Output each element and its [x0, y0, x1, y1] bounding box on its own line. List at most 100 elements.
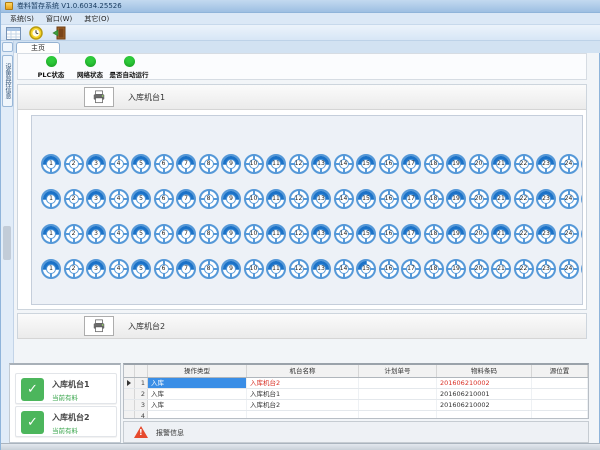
- table-cell[interactable]: 入库机台2: [247, 400, 359, 410]
- reel-slot[interactable]: 1: [41, 154, 61, 174]
- reel-slot[interactable]: 2: [64, 259, 84, 279]
- reel-slot[interactable]: 15: [356, 224, 376, 244]
- table-cell[interactable]: [532, 411, 588, 419]
- table-cell[interactable]: 入库机台1: [247, 389, 359, 399]
- reel-slot[interactable]: 15: [356, 189, 376, 209]
- machine2-status-card[interactable]: ✓ 入库机台2 当前有料: [15, 406, 117, 437]
- reel-slot[interactable]: 17: [401, 259, 421, 279]
- reel-slot[interactable]: 19: [446, 189, 466, 209]
- reel-slot[interactable]: 3: [86, 154, 106, 174]
- reel-slot[interactable]: 25: [581, 259, 583, 279]
- reel-slot[interactable]: 21: [491, 224, 511, 244]
- reel-slot[interactable]: 19: [446, 154, 466, 174]
- print-button[interactable]: [84, 87, 114, 107]
- reel-slot[interactable]: 16: [379, 189, 399, 209]
- table-cell[interactable]: 201606210001: [437, 389, 532, 399]
- table-cell[interactable]: [247, 411, 359, 419]
- reel-slot[interactable]: 25: [581, 189, 583, 209]
- reel-slot[interactable]: 16: [379, 224, 399, 244]
- reel-slot[interactable]: 7: [176, 259, 196, 279]
- table-cell[interactable]: 入库: [148, 389, 247, 399]
- reel-slot[interactable]: 20: [469, 224, 489, 244]
- reel-slot[interactable]: 25: [581, 224, 583, 244]
- table-cell[interactable]: [437, 411, 532, 419]
- reel-slot[interactable]: 18: [424, 259, 444, 279]
- tab-home[interactable]: 主页: [16, 42, 60, 53]
- reel-slot[interactable]: 15: [356, 259, 376, 279]
- reel-slot[interactable]: 17: [401, 154, 421, 174]
- reel-slot[interactable]: 5: [131, 154, 151, 174]
- table-cell[interactable]: [359, 389, 437, 399]
- reel-slot[interactable]: 6: [154, 259, 174, 279]
- header-operation-type[interactable]: 操作类型: [148, 365, 247, 377]
- reel-slot[interactable]: 4: [109, 259, 129, 279]
- table-cell[interactable]: [148, 411, 247, 419]
- table-cell[interactable]: 入库机台2: [247, 378, 359, 388]
- reel-slot[interactable]: 24: [559, 189, 579, 209]
- table-cell[interactable]: [359, 411, 437, 419]
- reel-slot[interactable]: 11: [266, 189, 286, 209]
- reel-slot[interactable]: 23: [536, 224, 556, 244]
- reel-slot[interactable]: 8: [199, 224, 219, 244]
- reel-slot[interactable]: 19: [446, 259, 466, 279]
- reel-slot[interactable]: 1: [41, 224, 61, 244]
- reel-slot[interactable]: 8: [199, 259, 219, 279]
- reel-slot[interactable]: 11: [266, 259, 286, 279]
- reel-slot[interactable]: 9: [221, 224, 241, 244]
- exit-icon[interactable]: [50, 25, 68, 40]
- reel-slot[interactable]: 1: [41, 259, 61, 279]
- reel-slot[interactable]: 7: [176, 154, 196, 174]
- reel-slot[interactable]: 3: [86, 259, 106, 279]
- menu-window[interactable]: 窗口(W): [40, 14, 78, 24]
- reel-slot[interactable]: 10: [244, 189, 264, 209]
- reel-slot[interactable]: 21: [491, 189, 511, 209]
- menu-system[interactable]: 系统(S): [4, 14, 40, 24]
- table-row[interactable]: 1入库入库机台2201606210002: [124, 378, 588, 389]
- reel-slot[interactable]: 20: [469, 189, 489, 209]
- reel-slot[interactable]: 22: [514, 259, 534, 279]
- reel-slot[interactable]: 18: [424, 189, 444, 209]
- reel-slot[interactable]: 17: [401, 189, 421, 209]
- table-cell[interactable]: [359, 400, 437, 410]
- reel-slot[interactable]: 6: [154, 224, 174, 244]
- reel-slot[interactable]: 21: [491, 154, 511, 174]
- reel-slot[interactable]: 23: [536, 189, 556, 209]
- header-plan-number[interactable]: 计划单号: [359, 365, 437, 377]
- reel-slot[interactable]: 19: [446, 224, 466, 244]
- calendar-icon[interactable]: [4, 25, 22, 40]
- clock-icon[interactable]: [27, 25, 45, 40]
- side-dock-stub[interactable]: [2, 42, 13, 52]
- reel-slot[interactable]: 20: [469, 259, 489, 279]
- reel-slot[interactable]: 14: [334, 259, 354, 279]
- reel-slot[interactable]: 2: [64, 224, 84, 244]
- reel-slot[interactable]: 7: [176, 189, 196, 209]
- reel-slot[interactable]: 5: [131, 189, 151, 209]
- reel-slot[interactable]: 10: [244, 154, 264, 174]
- reel-slot[interactable]: 7: [176, 224, 196, 244]
- reel-slot[interactable]: 9: [221, 259, 241, 279]
- machine1-status-card[interactable]: ✓ 入库机台1 当前有料: [15, 373, 117, 404]
- side-dock-tab[interactable]: 设备监控信息: [2, 55, 13, 107]
- reel-slot[interactable]: 22: [514, 224, 534, 244]
- reel-slot[interactable]: 14: [334, 224, 354, 244]
- print-button[interactable]: [84, 316, 114, 336]
- reel-slot[interactable]: 11: [266, 224, 286, 244]
- reel-slot[interactable]: 4: [109, 224, 129, 244]
- reel-slot[interactable]: 13: [311, 224, 331, 244]
- reel-slot[interactable]: 4: [109, 189, 129, 209]
- table-cell[interactable]: 201606210002: [437, 400, 532, 410]
- reel-slot[interactable]: 8: [199, 154, 219, 174]
- table-cell[interactable]: [359, 378, 437, 388]
- reel-slot[interactable]: 15: [356, 154, 376, 174]
- reel-slot[interactable]: 6: [154, 154, 174, 174]
- reel-slot[interactable]: 24: [559, 224, 579, 244]
- reel-slot[interactable]: 17: [401, 224, 421, 244]
- reel-slot[interactable]: 9: [221, 189, 241, 209]
- reel-slot[interactable]: 2: [64, 189, 84, 209]
- reel-slot[interactable]: 25: [581, 154, 583, 174]
- reel-slot[interactable]: 13: [311, 154, 331, 174]
- table-row[interactable]: 3入库入库机台2201606210002: [124, 400, 588, 411]
- reel-slot[interactable]: 23: [536, 154, 556, 174]
- reel-slot[interactable]: 14: [334, 189, 354, 209]
- menu-other[interactable]: 其它(O): [78, 14, 115, 24]
